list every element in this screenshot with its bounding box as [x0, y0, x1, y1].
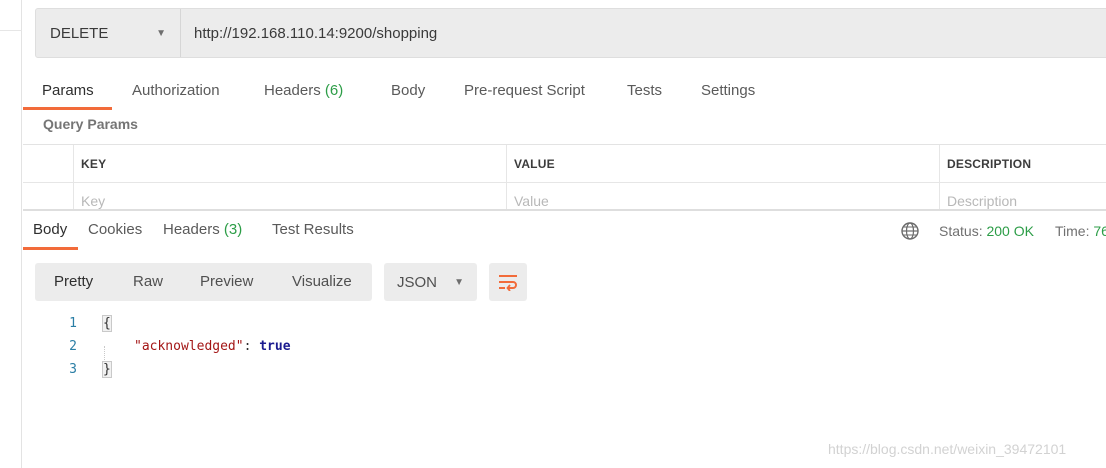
- query-params-table: KEY VALUE DESCRIPTION Key Value Descript…: [23, 144, 1106, 211]
- description-input[interactable]: Description: [939, 183, 1106, 211]
- body-view-mode-group: Pretty Raw Preview Visualize: [35, 263, 372, 301]
- tab-headers[interactable]: Headers (6): [264, 78, 343, 110]
- time-value: 76: [1093, 223, 1106, 239]
- json-value: true: [259, 339, 291, 354]
- format-label: JSON: [397, 273, 438, 291]
- view-raw-button[interactable]: Raw: [133, 263, 163, 301]
- column-header-description: DESCRIPTION: [939, 145, 1106, 182]
- tab-tests[interactable]: Tests: [627, 78, 662, 110]
- view-preview-button[interactable]: Preview: [200, 263, 253, 301]
- code-line: "acknowledged": true: [134, 339, 291, 354]
- wrap-lines-button[interactable]: [489, 263, 527, 301]
- code-line: }: [102, 361, 112, 378]
- active-response-tab-indicator: [23, 247, 78, 250]
- left-sidebar-edge: [0, 0, 22, 468]
- method-label: DELETE: [50, 24, 109, 42]
- tab-settings[interactable]: Settings: [701, 78, 755, 110]
- active-tab-indicator: [23, 107, 112, 110]
- view-pretty-button[interactable]: Pretty: [54, 263, 93, 301]
- column-header-key: KEY: [73, 145, 507, 182]
- globe-icon[interactable]: [900, 221, 920, 241]
- response-tab-body[interactable]: Body: [33, 217, 67, 243]
- caret-down-icon: ▼: [454, 276, 464, 288]
- watermark: https://blog.csdn.net/weixin_39472101: [828, 441, 1067, 457]
- wrap-lines-icon: [499, 275, 517, 291]
- column-header-value: VALUE: [506, 145, 940, 182]
- response-status: Status: 200 OK: [939, 223, 1034, 239]
- method-select[interactable]: DELETE ▼: [36, 9, 181, 57]
- table-row: Key Value Description: [23, 183, 1106, 211]
- value-input[interactable]: Value: [506, 183, 940, 211]
- response-tab-headers[interactable]: Headers (3): [163, 217, 242, 243]
- headers-count: (6): [324, 82, 344, 99]
- key-input[interactable]: Key: [73, 183, 507, 211]
- status-value: 200 OK: [986, 223, 1034, 239]
- response-tab-test-results[interactable]: Test Results: [272, 217, 354, 243]
- url-input[interactable]: http://192.168.110.14:9200/shopping: [181, 9, 1106, 57]
- tab-body[interactable]: Body: [391, 78, 425, 110]
- code-line: {: [102, 315, 112, 332]
- caret-down-icon: ▼: [156, 27, 166, 39]
- response-headers-count: (3): [223, 221, 243, 238]
- format-select[interactable]: JSON ▼: [384, 263, 477, 301]
- response-tab-cookies[interactable]: Cookies: [88, 217, 142, 243]
- tab-pre-request-script[interactable]: Pre-request Script: [464, 78, 585, 110]
- query-params-title: Query Params: [43, 116, 138, 132]
- response-time: Time: 76: [1055, 220, 1106, 242]
- pane-resize-divider[interactable]: [23, 209, 1106, 211]
- line-number: 2: [69, 339, 77, 354]
- tab-params[interactable]: Params: [42, 78, 94, 110]
- json-key: "acknowledged": [134, 339, 244, 354]
- view-visualize-button[interactable]: Visualize: [292, 263, 352, 301]
- tab-authorization[interactable]: Authorization: [132, 78, 220, 110]
- request-url-bar: DELETE ▼ http://192.168.110.14:9200/shop…: [35, 8, 1106, 58]
- line-number: 3: [69, 362, 77, 377]
- table-header-row: KEY VALUE DESCRIPTION: [23, 145, 1106, 183]
- line-number: 1: [69, 316, 77, 331]
